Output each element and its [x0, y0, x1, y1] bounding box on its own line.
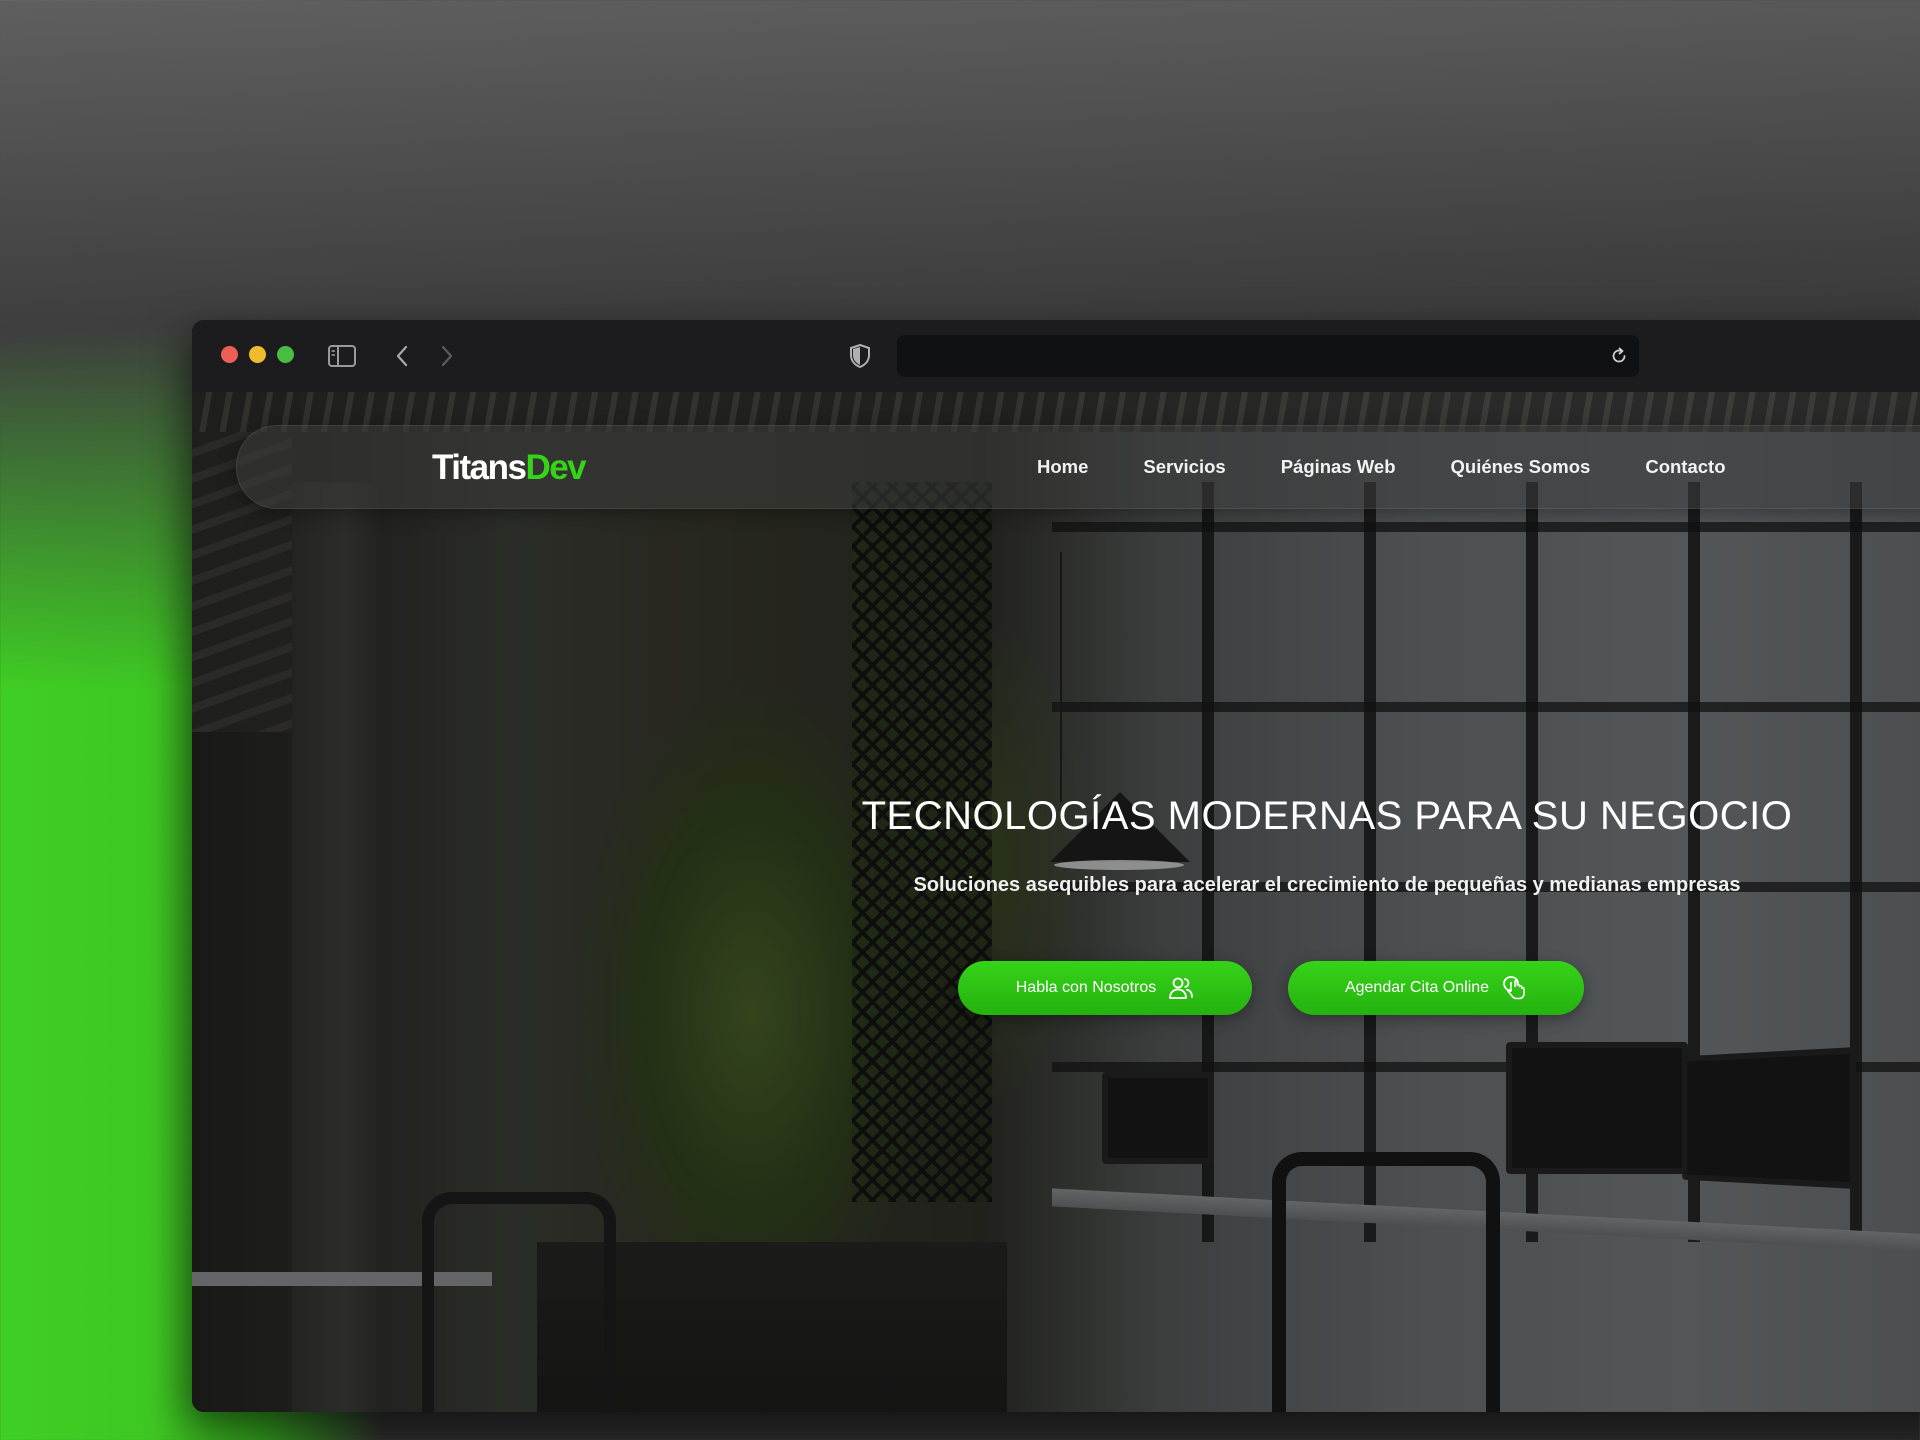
close-window-button[interactable]	[221, 346, 238, 363]
browser-window: TitansDev Home Servicios Páginas Web Qui…	[192, 320, 1920, 1412]
chevron-left-icon[interactable]	[388, 342, 416, 370]
minimize-window-button[interactable]	[249, 346, 266, 363]
shield-icon[interactable]	[846, 342, 874, 370]
chevron-right-icon[interactable]	[433, 342, 461, 370]
talk-to-us-button[interactable]: Habla con Nosotros	[958, 961, 1252, 1015]
schedule-appointment-button[interactable]: Agendar Cita Online	[1288, 961, 1584, 1015]
talk-to-us-label: Habla con Nosotros	[1015, 979, 1157, 996]
users-icon	[1168, 976, 1194, 1000]
zoom-window-button[interactable]	[277, 346, 294, 363]
sidebar-icon[interactable]	[328, 342, 356, 370]
browser-toolbar	[192, 320, 1920, 393]
reload-icon[interactable]	[1607, 344, 1631, 368]
hero-section: TECNOLOGÍAS MODERNAS PARA SU NEGOCIO Sol…	[192, 392, 1920, 1412]
calendar-tap-icon	[1501, 975, 1527, 1001]
hero-subtitle: Soluciones asequibles para acelerar el c…	[913, 874, 1741, 896]
address-bar[interactable]	[897, 335, 1639, 377]
hero-title: TECNOLOGÍAS MODERNAS PARA SU NEGOCIO	[861, 794, 1793, 838]
page-viewport: TitansDev Home Servicios Páginas Web Qui…	[192, 392, 1920, 1412]
schedule-appointment-label: Agendar Cita Online	[1344, 979, 1490, 996]
